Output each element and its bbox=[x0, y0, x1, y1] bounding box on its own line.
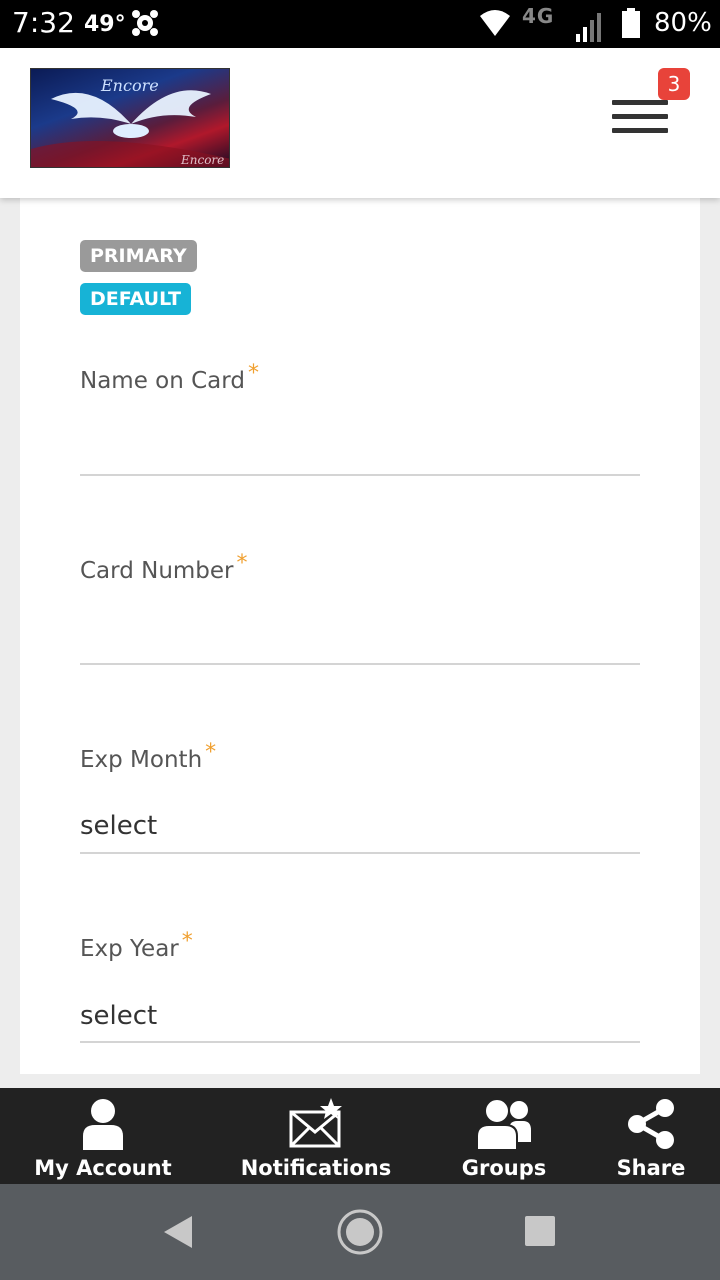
required-marker: * bbox=[247, 361, 259, 386]
card-number-field[interactable]: Card Number * bbox=[80, 551, 640, 668]
logo-text: Encore bbox=[100, 76, 159, 95]
field-label: Name on Card * bbox=[80, 361, 259, 394]
field-label: Exp Month * bbox=[80, 740, 217, 773]
nav-label: My Account bbox=[34, 1156, 172, 1180]
input-underline bbox=[80, 474, 640, 476]
exp-year-field[interactable]: Exp Year * select bbox=[80, 929, 640, 1046]
name-on-card-field[interactable]: Name on Card * bbox=[80, 361, 640, 478]
required-marker: * bbox=[181, 929, 193, 954]
wifi-icon bbox=[480, 10, 510, 36]
field-label: Card Number * bbox=[80, 551, 248, 584]
notification-count-badge: 3 bbox=[658, 68, 690, 100]
nav-groups[interactable]: Groups bbox=[454, 1088, 554, 1184]
menu-icon-bar bbox=[612, 128, 668, 133]
nav-label: Notifications bbox=[240, 1156, 392, 1180]
nav-my-account[interactable]: My Account bbox=[30, 1088, 176, 1184]
nav-notifications[interactable]: Notifications bbox=[236, 1088, 396, 1184]
battery-icon bbox=[622, 8, 640, 38]
field-label: Exp Year * bbox=[80, 929, 193, 962]
status-temperature: 49° bbox=[84, 12, 126, 37]
battery-percent: 80% bbox=[654, 8, 712, 38]
nav-share[interactable]: Share bbox=[606, 1088, 696, 1184]
input-underline bbox=[80, 1041, 640, 1043]
home-icon[interactable] bbox=[336, 1208, 384, 1256]
logo-text-small: Encore bbox=[180, 153, 224, 167]
app-header: Encore Encore 3 bbox=[0, 48, 720, 198]
input-underline bbox=[80, 852, 640, 854]
exp-month-field[interactable]: Exp Month * select bbox=[80, 740, 640, 857]
recents-icon[interactable] bbox=[524, 1215, 556, 1247]
signal-icon bbox=[576, 13, 601, 42]
network-type: 4G bbox=[522, 4, 555, 28]
bottom-navigation: My Account Notifications Groups Share bbox=[0, 1088, 720, 1184]
required-marker: * bbox=[205, 740, 217, 765]
back-icon[interactable] bbox=[160, 1214, 196, 1250]
nav-label: Share bbox=[616, 1156, 686, 1180]
primary-tag: PRIMARY bbox=[80, 240, 197, 272]
share-icon bbox=[628, 1099, 674, 1149]
required-marker: * bbox=[236, 551, 248, 576]
nav-label: Groups bbox=[461, 1156, 547, 1180]
status-time: 7:32 bbox=[12, 6, 75, 39]
menu-button[interactable] bbox=[612, 100, 668, 140]
input-underline bbox=[80, 663, 640, 665]
group-icon bbox=[476, 1098, 531, 1150]
menu-icon-bar bbox=[612, 114, 668, 119]
logo-wings-icon: Encore Encore bbox=[31, 76, 229, 167]
menu-icon-bar bbox=[612, 100, 668, 105]
system-navigation-bar bbox=[0, 1184, 720, 1280]
app-notification-icon bbox=[132, 10, 158, 36]
user-icon bbox=[83, 1099, 123, 1150]
encore-logo[interactable]: Encore Encore bbox=[30, 68, 230, 168]
status-bar: 7:32 49° 4G 80% bbox=[0, 0, 720, 48]
default-tag: DEFAULT bbox=[80, 283, 192, 315]
exp-month-select[interactable]: select bbox=[80, 811, 157, 841]
card-form-panel: PRIMARY DEFAULT Name on Card * Card Numbe… bbox=[20, 198, 700, 1074]
exp-year-select[interactable]: select bbox=[80, 1001, 157, 1031]
mail-star-icon bbox=[289, 1098, 342, 1148]
